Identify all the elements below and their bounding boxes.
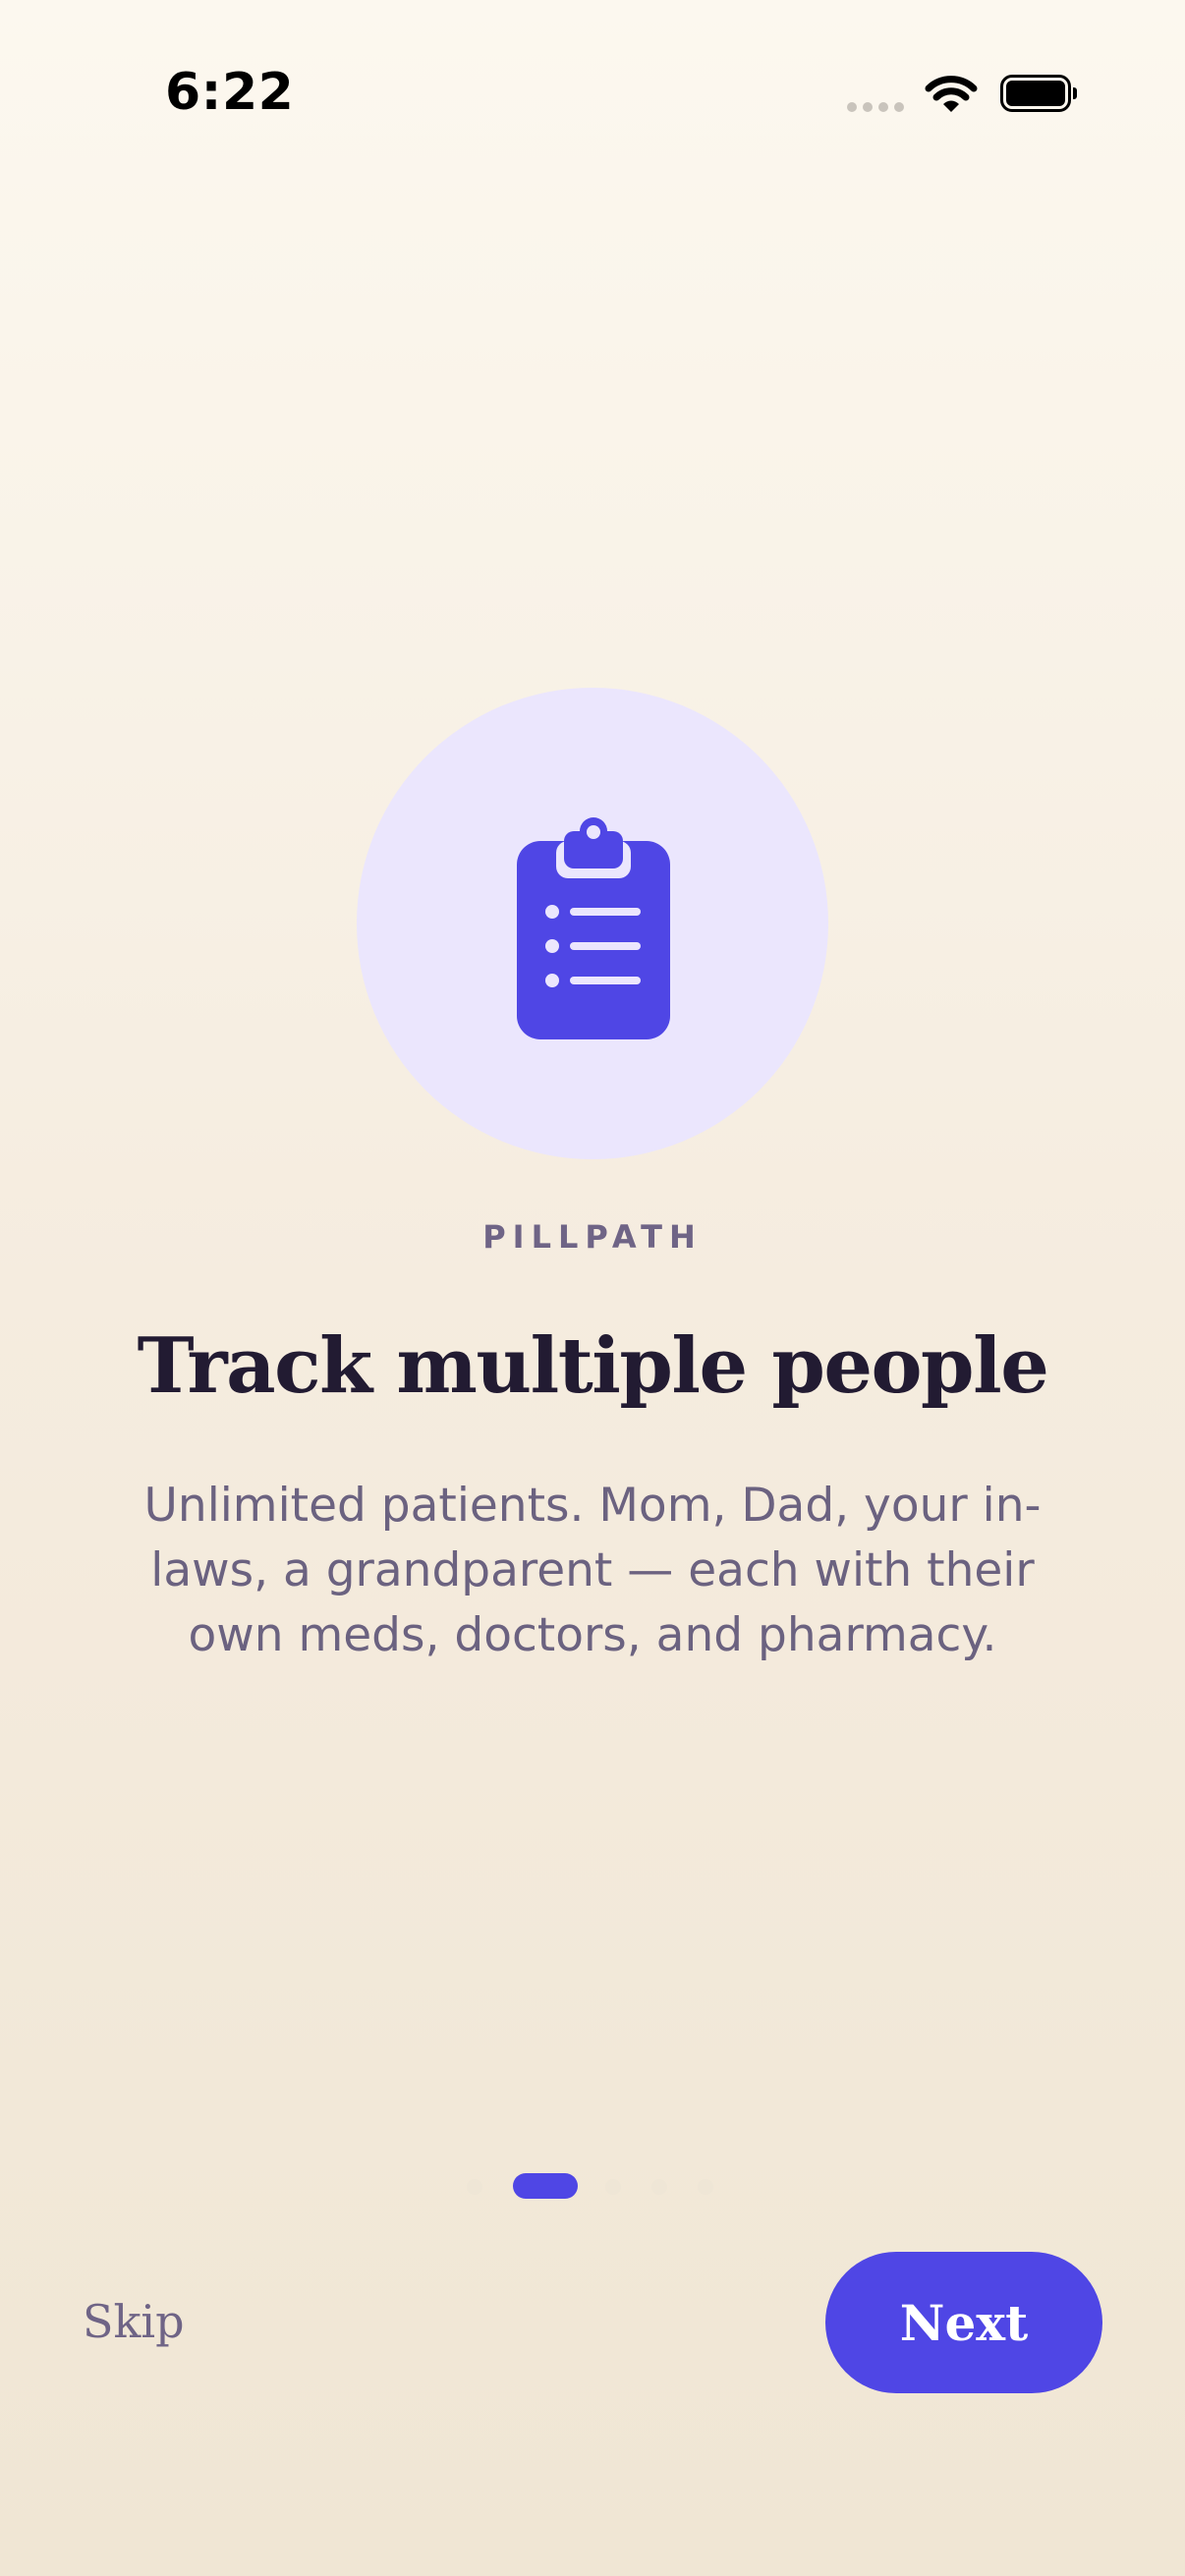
page-title: Track multiple people	[137, 1321, 1049, 1411]
wifi-icon	[925, 76, 978, 112]
cellular-signal-icon	[847, 102, 904, 112]
page-description: Unlimited patients. Mom, Dad, your in-la…	[143, 1479, 1042, 1662]
skip-button[interactable]: Skip	[83, 2295, 185, 2348]
clipboard-list-icon	[517, 817, 670, 1039]
page-dot	[605, 2179, 621, 2195]
battery-icon	[1000, 75, 1077, 112]
page-dot	[651, 2179, 667, 2195]
brand-label: PILLPATH	[482, 1218, 703, 1256]
next-button[interactable]: Next	[825, 2252, 1102, 2393]
page-indicator	[0, 2173, 1185, 2199]
page-dot	[467, 2179, 482, 2195]
page-dot-active	[513, 2173, 578, 2199]
status-bar: 6:22	[0, 0, 1185, 196]
page-dot	[698, 2179, 713, 2195]
status-time: 6:22	[165, 63, 295, 122]
